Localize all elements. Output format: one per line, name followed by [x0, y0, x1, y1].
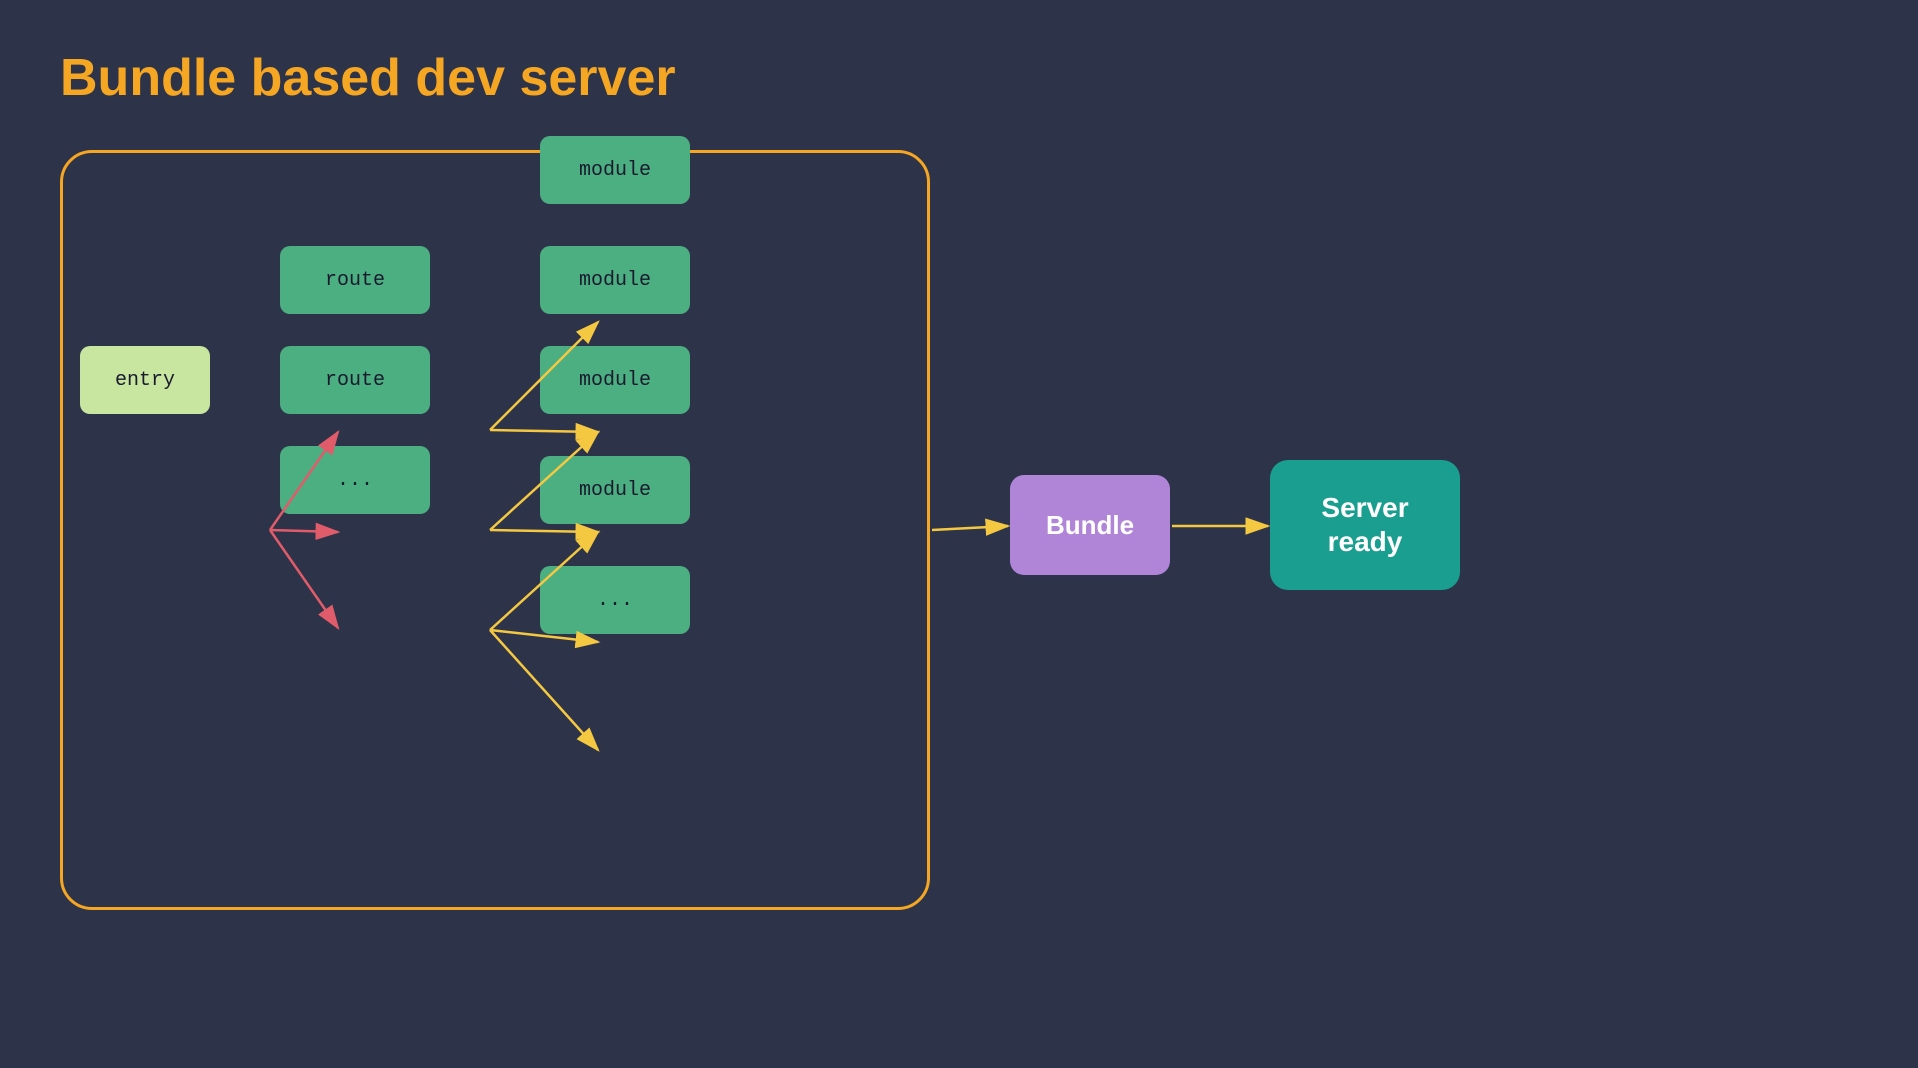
node-route1: route	[280, 246, 430, 314]
page-title: Bundle based dev server	[60, 48, 676, 108]
node-route2: route	[280, 346, 430, 414]
node-server-ready: Serverready	[1270, 460, 1460, 590]
node-dots2: ...	[540, 566, 690, 634]
node-entry: entry	[80, 346, 210, 414]
node-module2: module	[540, 246, 690, 314]
node-module3: module	[540, 346, 690, 414]
node-bundle: Bundle	[1010, 475, 1170, 575]
node-dots1: ...	[280, 446, 430, 514]
bundle-box	[60, 150, 930, 910]
node-module1: module	[540, 136, 690, 204]
node-module4: module	[540, 456, 690, 524]
